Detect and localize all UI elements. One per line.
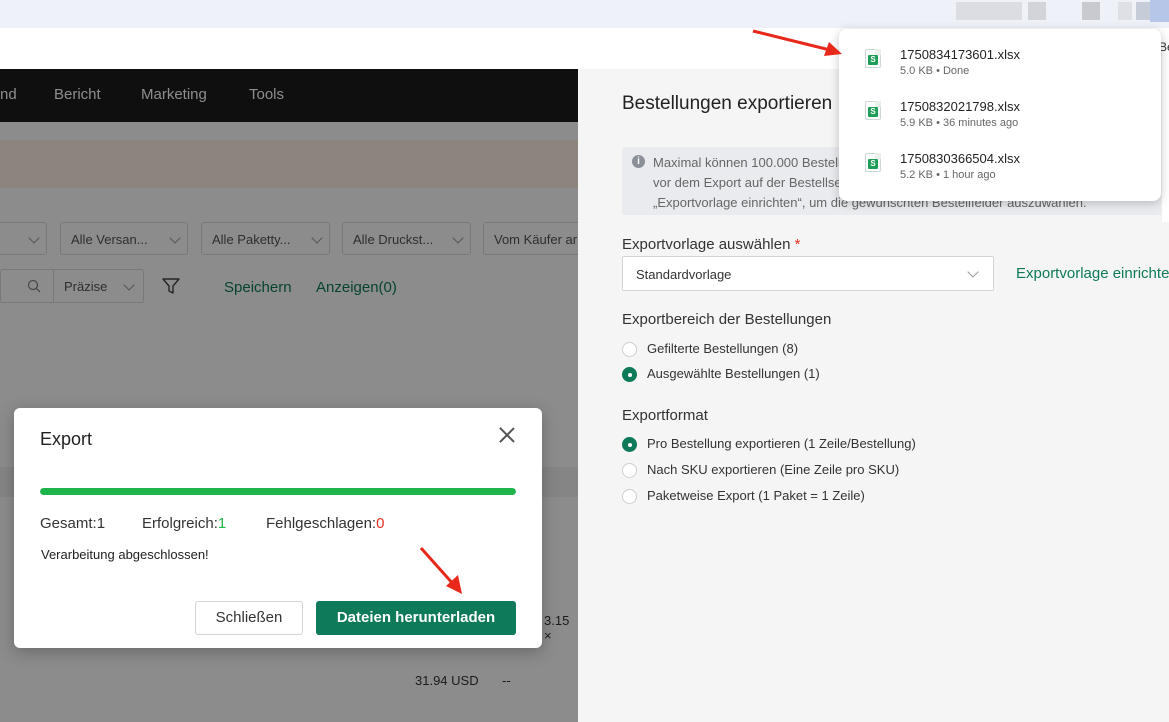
browser-tab-strip (0, 0, 1169, 28)
modal-title: Export (40, 429, 93, 449)
blurred-tab (1150, 0, 1169, 22)
failed-count: Fehlgeschlagen:0 (266, 515, 385, 532)
progress-fill (40, 488, 516, 495)
xlsx-file-icon: S (865, 101, 881, 120)
success-count: Erfolgreich:1 (142, 515, 227, 532)
close-button[interactable]: Schließen (195, 601, 303, 635)
radio-button[interactable] (622, 342, 637, 357)
range-label: Exportbereich der Bestellungen (622, 311, 832, 328)
progress-bar (40, 488, 516, 495)
radio-button[interactable] (622, 463, 637, 478)
status-text: Verarbeitung abgeschlossen! (41, 547, 209, 562)
download-filename: 1750830366504.xlsx (900, 151, 1020, 166)
download-meta: 5.9 KB • 36 minutes ago (900, 117, 1019, 129)
close-icon[interactable] (496, 424, 518, 446)
template-select[interactable]: Standardvorlage (622, 256, 994, 291)
xlsx-file-icon: S (865, 49, 881, 68)
radio-button[interactable] (622, 489, 637, 504)
download-filename: 1750834173601.xlsx (900, 47, 1020, 62)
format-label: Exportformat (622, 407, 708, 424)
blurred-tab (1082, 2, 1100, 20)
downloads-popup: S 1750834173601.xlsx 5.0 KB • Done S 175… (839, 29, 1161, 201)
export-modal: Export Gesamt:1 Erfolgreich:1 Fehlgeschl… (14, 408, 542, 648)
download-files-button[interactable]: Dateien herunterladen (316, 601, 516, 635)
setup-template-link[interactable]: Exportvorlage einrichten (1016, 265, 1169, 282)
download-item[interactable]: S 1750832021798.xlsx 5.9 KB • 36 minutes… (839, 95, 1161, 147)
total-count: Gesamt:1 (40, 515, 106, 532)
chevron-down-icon (967, 266, 979, 278)
xlsx-file-icon: S (865, 153, 881, 172)
blurred-tab (1118, 2, 1132, 20)
radio-button[interactable] (622, 367, 637, 382)
radio-button[interactable] (622, 437, 637, 452)
page-edge (1161, 50, 1169, 222)
download-meta: 5.2 KB • 1 hour ago (900, 169, 996, 181)
blurred-tab (956, 2, 1022, 20)
blurred-tab (1028, 2, 1046, 20)
drawer-title: Bestellungen exportieren (622, 93, 833, 114)
download-item[interactable]: S 1750834173601.xlsx 5.0 KB • Done (839, 43, 1161, 95)
download-item[interactable]: S 1750830366504.xlsx 5.2 KB • 1 hour ago (839, 147, 1161, 199)
download-meta: 5.0 KB • Done (900, 65, 970, 77)
download-filename: 1750832021798.xlsx (900, 99, 1020, 114)
blurred-tab (1136, 2, 1150, 20)
template-label: Exportvorlage auswählen * (622, 236, 801, 253)
info-icon: i (632, 155, 645, 168)
